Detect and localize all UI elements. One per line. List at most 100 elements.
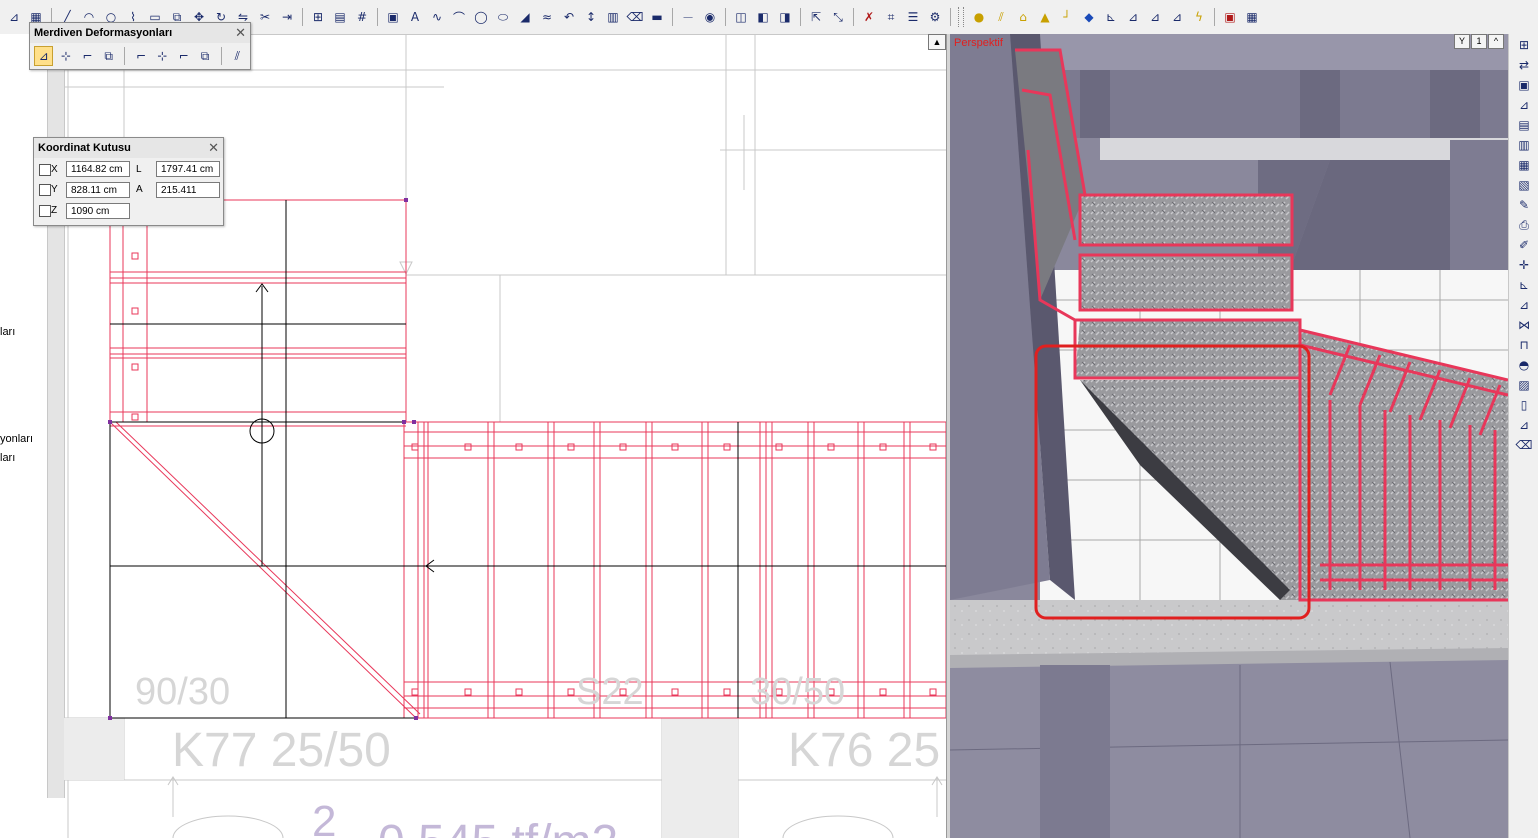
matrix-icon[interactable]: # xyxy=(352,7,372,27)
column-view-icon[interactable]: ▯ xyxy=(1514,396,1534,414)
stair-point-icon[interactable]: ⊹ xyxy=(57,47,74,65)
left-label-2: yonları xyxy=(0,433,34,445)
layer-view-icon[interactable]: ▤ xyxy=(1514,116,1534,134)
a-field[interactable]: 215.411 xyxy=(156,182,220,198)
trim-icon[interactable]: ✂ xyxy=(255,7,275,27)
label-s22: S22 xyxy=(576,671,644,713)
perspective-view[interactable] xyxy=(950,34,1508,838)
close-icon[interactable]: ✕ xyxy=(208,138,219,158)
y-axis-label: Y xyxy=(51,184,58,195)
settings-icon[interactable]: ⚙ xyxy=(925,7,945,27)
transform-icon[interactable]: ⇱ xyxy=(806,7,826,27)
undo-icon[interactable]: ↶ xyxy=(559,7,579,27)
stair-section-icon[interactable]: ⊿ xyxy=(1167,7,1187,27)
view-top-icon[interactable]: ◨ xyxy=(775,7,795,27)
report-icon[interactable]: ☰ xyxy=(903,7,923,27)
y-field[interactable]: 828.11 cm xyxy=(66,182,130,198)
chart-axis-icon[interactable]: ⊾ xyxy=(1101,7,1121,27)
filter-icon[interactable]: Y xyxy=(1454,34,1470,49)
stair-deformations-title[interactable]: Merdiven Deformasyonları ✕ xyxy=(30,23,250,43)
grid-view-icon[interactable]: ⊞ xyxy=(1514,36,1534,54)
x-lock-checkbox[interactable] xyxy=(39,164,51,176)
plus-icon[interactable]: ✛ xyxy=(1514,256,1534,274)
label-90-30: 90/30 xyxy=(135,671,230,713)
snap-icon[interactable]: ⊞ xyxy=(308,7,328,27)
stair-copy-icon[interactable]: ⧉ xyxy=(100,47,117,65)
eraser-view-icon[interactable]: ⌫ xyxy=(1514,436,1534,454)
stack-icon[interactable]: ▦ xyxy=(1514,156,1534,174)
roof-icon[interactable]: ⌂ xyxy=(1013,7,1033,27)
label-k76: K76 25 xyxy=(788,724,940,777)
table-grid-icon[interactable]: ▦ xyxy=(1242,7,1262,27)
slope-icon[interactable]: ⊿ xyxy=(1123,7,1143,27)
eye-icon[interactable]: ◉ xyxy=(700,7,720,27)
marker-icon[interactable]: ▲ xyxy=(1035,7,1055,27)
ruler-icon[interactable]: ▬ xyxy=(647,7,667,27)
section-icon[interactable]: ⏤ xyxy=(678,7,698,27)
a-label: A xyxy=(136,184,143,195)
dimension-view-icon[interactable]: ⊾ xyxy=(1514,276,1534,294)
spline-icon[interactable]: ∿ xyxy=(427,7,447,27)
y-lock-checkbox[interactable] xyxy=(39,184,51,196)
label-bottom-2: 2 xyxy=(312,797,336,838)
stair-step-icon[interactable]: ⌐ xyxy=(175,47,192,65)
wave-icon[interactable]: ≈ xyxy=(537,7,557,27)
perspective-collapse-button[interactable]: ^ xyxy=(1488,34,1504,49)
stair-slope-icon[interactable]: ⫽ xyxy=(229,47,246,65)
ellipse-icon[interactable]: ⬭ xyxy=(493,7,513,27)
plan-collapse-button[interactable]: ▲ xyxy=(928,34,946,50)
stair-deformations-tools: ⊿ ⊹ ⌐ ⧉ ⌐ ⊹ ⌐ ⧉ ⫽ xyxy=(30,43,250,69)
stair-select-icon[interactable]: ⊿ xyxy=(34,46,54,66)
z-lock-checkbox[interactable] xyxy=(39,205,51,217)
layers-icon[interactable]: ▥ xyxy=(1514,136,1534,154)
hatch-view-icon[interactable]: ▨ xyxy=(1514,376,1534,394)
gate-icon[interactable]: ⊓ xyxy=(1514,336,1534,354)
dome-icon[interactable]: ◓ xyxy=(1514,356,1534,374)
window-icon[interactable]: ▣ xyxy=(1514,76,1534,94)
view-front-icon[interactable]: ◫ xyxy=(731,7,751,27)
floor-icon[interactable]: ▧ xyxy=(1514,176,1534,194)
axis-icon[interactable]: ⊿ xyxy=(4,7,24,27)
measure-icon[interactable]: ⊿ xyxy=(1145,7,1165,27)
coordinate-box-panel: Koordinat Kutusu ✕ X 1164.82 cm L 1797.4… xyxy=(33,137,224,226)
measure-view-icon[interactable]: ⊿ xyxy=(1514,416,1534,434)
image-icon[interactable]: ▣ xyxy=(383,7,403,27)
delete-x-icon[interactable]: ✗ xyxy=(859,7,879,27)
stair-view-icon[interactable]: ⊿ xyxy=(1514,96,1534,114)
corner-view-icon[interactable]: ⊿ xyxy=(1514,296,1534,314)
stair-icon[interactable]: ⫽ xyxy=(991,7,1011,27)
bulb-icon[interactable]: ● xyxy=(969,7,989,27)
l-field[interactable]: 1797.41 cm xyxy=(156,161,220,177)
corner-icon[interactable]: ┘ xyxy=(1057,7,1077,27)
stair-add-icon[interactable]: ⊹ xyxy=(154,47,171,65)
brush-icon[interactable]: ✐ xyxy=(1514,236,1534,254)
network-icon[interactable]: ⋈ xyxy=(1514,316,1534,334)
view-side-icon[interactable]: ◧ xyxy=(753,7,773,27)
layer-icon[interactable]: ▥ xyxy=(603,7,623,27)
stair-edit-icon[interactable]: ⌐ xyxy=(132,47,149,65)
x-field[interactable]: 1164.82 cm xyxy=(66,161,130,177)
view-number-button[interactable]: 1 xyxy=(1471,34,1487,49)
stair-duplicate-icon[interactable]: ⧉ xyxy=(196,47,213,65)
pen-icon[interactable]: ✎ xyxy=(1514,196,1534,214)
arc-tool-icon[interactable]: ⌒ xyxy=(449,7,469,27)
label-icon[interactable]: ◆ xyxy=(1079,7,1099,27)
coordinate-box-title[interactable]: Koordinat Kutusu ✕ xyxy=(34,138,223,158)
close-icon[interactable]: ✕ xyxy=(235,23,246,43)
print-icon[interactable]: ⎙ xyxy=(1514,216,1534,234)
transform-icon[interactable]: ⇄ xyxy=(1514,56,1534,74)
hatch-icon[interactable]: ◢ xyxy=(515,7,535,27)
eraser-icon[interactable]: ⌫ xyxy=(625,7,645,27)
circle-tool-icon[interactable]: ◯ xyxy=(471,7,491,27)
stair-move-icon[interactable]: ⌐ xyxy=(79,47,96,65)
text-A-icon[interactable]: A xyxy=(405,7,425,27)
perspective-label: Perspektif xyxy=(954,37,1003,49)
extend-icon[interactable]: ⇥ xyxy=(277,7,297,27)
dimension-icon[interactable]: ↕ xyxy=(581,7,601,27)
select-red-icon[interactable]: ▣ xyxy=(1220,7,1240,27)
table-icon[interactable]: ▤ xyxy=(330,7,350,27)
lightning-icon[interactable]: ϟ xyxy=(1189,7,1209,27)
area-icon[interactable]: ⌗ xyxy=(881,7,901,27)
scale-icon[interactable]: ⤡ xyxy=(828,7,848,27)
z-field[interactable]: 1090 cm xyxy=(66,203,130,219)
